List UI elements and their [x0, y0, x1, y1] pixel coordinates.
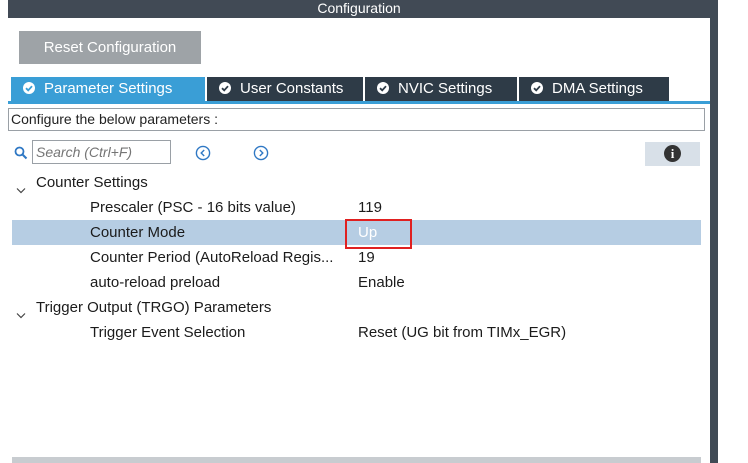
tab-bar: Parameter Settings User Constants NVIC S…: [8, 77, 710, 101]
param-label: auto-reload preload: [90, 274, 221, 291]
param-label: Trigger Event Selection: [90, 324, 246, 341]
reset-configuration-button[interactable]: Reset Configuration: [19, 31, 201, 64]
window-title: Configuration: [8, 0, 710, 18]
param-label: Counter Mode: [90, 224, 186, 241]
left-border: [0, 0, 8, 463]
tab-label: NVIC Settings: [398, 80, 493, 97]
group-counter-settings[interactable]: Counter Settings: [12, 170, 701, 195]
info-icon: i: [664, 145, 681, 162]
check-circle-icon: [531, 82, 543, 94]
tab-label: User Constants: [240, 80, 344, 97]
param-row-prescaler[interactable]: Prescaler (PSC - 16 bits value) 119: [12, 195, 701, 220]
group-label: Trigger Output (TRGO) Parameters: [36, 299, 272, 316]
tab-label: DMA Settings: [552, 80, 643, 97]
tab-underline: [8, 101, 710, 104]
param-value: Reset (UG bit from TIMx_EGR): [358, 324, 567, 341]
chevron-down-icon: [16, 178, 26, 194]
param-value: Enable: [358, 274, 405, 291]
tab-nvic-settings[interactable]: NVIC Settings: [365, 77, 517, 101]
check-circle-icon: [377, 82, 389, 94]
bottom-scrollbar[interactable]: [12, 457, 701, 463]
right-border: [710, 0, 748, 463]
search-icon: [14, 146, 28, 160]
window-edge: [710, 0, 718, 463]
highlight-box: [345, 219, 412, 249]
tab-parameter-settings[interactable]: Parameter Settings: [11, 77, 205, 101]
tab-dma-settings[interactable]: DMA Settings: [519, 77, 669, 101]
group-label: Counter Settings: [36, 174, 148, 191]
param-row-auto-reload-preload[interactable]: auto-reload preload Enable: [12, 270, 701, 295]
info-button[interactable]: i: [645, 142, 700, 166]
param-label: Counter Period (AutoReload Regis...: [90, 249, 334, 266]
tab-label: Parameter Settings: [44, 80, 173, 97]
group-trigger-output[interactable]: Trigger Output (TRGO) Parameters: [12, 295, 701, 320]
tab-user-constants[interactable]: User Constants: [207, 77, 363, 101]
chevron-right-circle-icon[interactable]: [253, 145, 269, 161]
chevron-left-circle-icon[interactable]: [195, 145, 211, 161]
search-input[interactable]: [32, 140, 171, 164]
check-circle-icon: [23, 82, 35, 94]
param-row-trigger-event-selection[interactable]: Trigger Event Selection Reset (UG bit fr…: [12, 320, 701, 345]
chevron-down-icon: [16, 303, 26, 319]
check-circle-icon: [219, 82, 231, 94]
param-value: 119: [358, 199, 382, 216]
param-label: Prescaler (PSC - 16 bits value): [90, 199, 296, 216]
description-text: Configure the below parameters :: [8, 108, 705, 131]
